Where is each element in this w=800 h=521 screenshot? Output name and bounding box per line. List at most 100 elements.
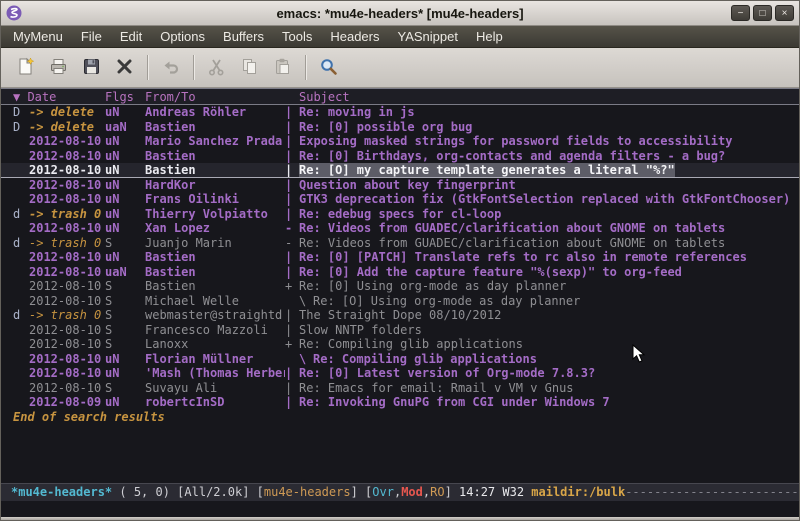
message-row[interactable]: 2012-08-10uN'Mash (Thomas Herbert)|Re: […: [1, 366, 799, 381]
col-subject: Re: [0] possible org bug: [299, 120, 799, 135]
menu-item-buffers[interactable]: Buffers: [214, 27, 273, 46]
print-icon: [49, 57, 68, 79]
message-row[interactable]: 2012-08-10uNBastien|Re: [0] [PATCH] Tran…: [1, 250, 799, 265]
col-date: 2012-08-10: [29, 221, 101, 236]
message-row[interactable]: 2012-08-10uNMario Sanchez Prada|Exposing…: [1, 134, 799, 149]
new-file-button[interactable]: [9, 53, 42, 83]
message-row[interactable]: 2012-08-10uNFrans Oilinki|GTK3 deprecati…: [1, 192, 799, 207]
col-flags: uN: [105, 163, 141, 177]
message-row[interactable]: 2012-08-10uaNBastien|Re: [0] Add the cap…: [1, 265, 799, 280]
col-thread: |: [285, 395, 299, 410]
message-row[interactable]: 2012-08-10SSuvayu Ali|Re: Emacs for emai…: [1, 381, 799, 396]
menu-item-yasnippet[interactable]: YASnippet: [388, 27, 466, 46]
message-row[interactable]: D-> deleteuaNBastien|Re: [0] possible or…: [1, 120, 799, 135]
col-thread: |: [285, 308, 299, 323]
message-row[interactable]: 2012-08-10uNBastien|Re: [0] Birthdays, o…: [1, 149, 799, 164]
col-mark: d: [13, 207, 29, 222]
menu-item-help[interactable]: Help: [467, 27, 512, 46]
window-controls: − □ ×: [731, 5, 794, 21]
col-flags: uN: [105, 250, 141, 265]
col-date: 2012-08-10: [29, 381, 101, 396]
message-row[interactable]: d-> trash 0Swebmaster@straightd...|The S…: [1, 308, 799, 323]
message-row[interactable]: d-> trash 0SJuanjo Marin-Re: Videos from…: [1, 236, 799, 251]
col-date: 2012-08-10: [29, 279, 101, 294]
col-from: Suvayu Ali: [145, 381, 285, 396]
search-button[interactable]: [312, 53, 345, 83]
col-thread: |: [285, 207, 299, 222]
menu-item-options[interactable]: Options: [151, 27, 214, 46]
col-date: -> delete: [29, 105, 101, 120]
message-row[interactable]: 2012-08-09uNrobertcInSD|Re: Invoking Gnu…: [1, 395, 799, 410]
message-row[interactable]: 2012-08-10uNBastien|Re: [O] my capture t…: [1, 163, 799, 178]
col-subject: Re: Compiling glib applications: [299, 337, 799, 352]
col-subject: Re: [0] Latest version of Org-mode 7.8.3…: [299, 366, 799, 381]
col-flags: S: [105, 337, 141, 352]
message-row[interactable]: 2012-08-10uNHardKor|Question about key f…: [1, 178, 799, 193]
col-flags: S: [105, 294, 141, 309]
col-date: 2012-08-10: [29, 366, 101, 381]
message-row[interactable]: 2012-08-10uNXan Lopez-Re: Videos from GU…: [1, 221, 799, 236]
col-date: 2012-08-10: [29, 134, 101, 149]
menu-item-headers[interactable]: Headers: [321, 27, 388, 46]
save-button[interactable]: [75, 53, 108, 83]
message-row[interactable]: d-> trash 0uNThierry Volpiatto|Re: edebu…: [1, 207, 799, 222]
col-mark: [13, 250, 29, 265]
maximize-button[interactable]: □: [753, 5, 772, 21]
col-mark: D: [13, 105, 29, 120]
minimize-button[interactable]: −: [731, 5, 750, 21]
message-row[interactable]: D-> deleteuNAndreas Röhler|Re: moving in…: [1, 105, 799, 120]
col-subject: Re: [0] Using org-mode as day planner: [299, 279, 799, 294]
col-thread: |: [285, 381, 299, 396]
menu-item-edit[interactable]: Edit: [111, 27, 151, 46]
col-thread: |: [285, 149, 299, 164]
close-buffer-button[interactable]: [108, 53, 141, 83]
message-row[interactable]: 2012-08-10SFrancesco Mazzoli|Slow NNTP f…: [1, 323, 799, 338]
close-icon: [115, 57, 134, 79]
col-from: robertcInSD: [145, 395, 285, 410]
paste-icon: [273, 57, 292, 79]
col-flags: S: [105, 323, 141, 338]
column-header-flags[interactable]: Flgs: [105, 89, 145, 104]
col-from: 'Mash (Thomas Herbert): [145, 366, 285, 381]
modeline-segment-plain: ]: [445, 485, 459, 499]
message-row[interactable]: 2012-08-10SBastien+Re: [0] Using org-mod…: [1, 279, 799, 294]
col-mark: [13, 149, 29, 164]
col-date: 2012-08-10: [29, 163, 101, 177]
col-thread: -: [285, 236, 299, 251]
col-subject: Re: Compiling glib applications: [313, 352, 799, 367]
col-from: Bastien: [145, 250, 285, 265]
col-thread: |: [285, 105, 299, 120]
close-button[interactable]: ×: [775, 5, 794, 21]
col-date: 2012-08-09: [29, 395, 101, 410]
col-from: Michael Welle: [145, 294, 285, 309]
modeline-segment-buffer: *mu4e-headers*: [11, 485, 112, 499]
column-header-subject[interactable]: Subject: [299, 89, 799, 104]
toolbar-separator: [193, 55, 194, 80]
col-flags: uN: [105, 178, 141, 193]
message-row[interactable]: 2012-08-10uNFlorian Müllner\Re: Compilin…: [1, 352, 799, 367]
col-flags: uN: [105, 134, 141, 149]
col-date: 2012-08-10: [29, 294, 101, 309]
menu-item-mymenu[interactable]: MyMenu: [4, 27, 72, 46]
col-thread: |: [285, 120, 299, 135]
col-flags: S: [105, 381, 141, 396]
col-date: -> trash 0: [29, 308, 101, 323]
message-row[interactable]: 2012-08-10SMichael Welle\Re: [O] Using o…: [1, 294, 799, 309]
column-header-date[interactable]: ▼ Date: [13, 89, 105, 104]
modeline-segment-ro: RO: [430, 485, 444, 499]
col-thread: |: [285, 192, 299, 207]
message-row[interactable]: 2012-08-10SLanoxx+Re: Compiling glib app…: [1, 337, 799, 352]
col-subject: Re: edebug specs for cl-loop: [299, 207, 799, 222]
print-button[interactable]: [42, 53, 75, 83]
col-subject: Question about key fingerprint: [299, 178, 799, 193]
col-subject: The Straight Dope 08/10/2012: [299, 308, 799, 323]
col-flags: uN: [105, 352, 141, 367]
menu-item-file[interactable]: File: [72, 27, 111, 46]
col-subject: Re: Invoking GnuPG from CGI under Window…: [299, 395, 799, 410]
col-from: webmaster@straightd...: [145, 308, 285, 323]
col-flags: uN: [105, 366, 141, 381]
menu-item-tools[interactable]: Tools: [273, 27, 321, 46]
window-frame-edge: [1, 517, 799, 520]
col-thread: \: [285, 352, 313, 367]
column-header-from[interactable]: From/To: [145, 89, 299, 104]
